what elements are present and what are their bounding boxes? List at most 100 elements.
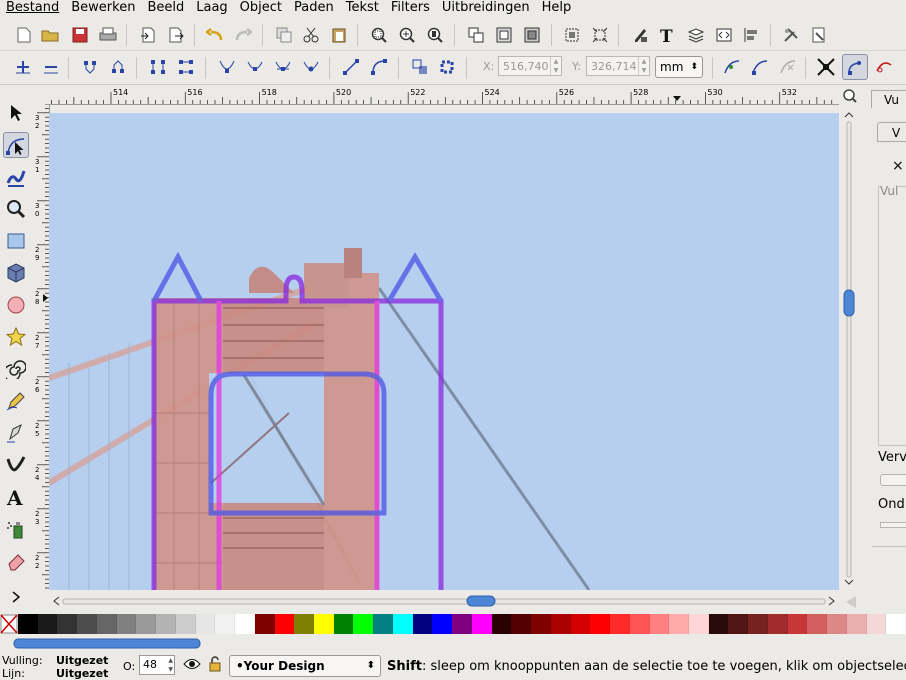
color-swatch[interactable] <box>787 614 808 634</box>
color-swatch[interactable] <box>392 614 413 634</box>
color-swatch[interactable] <box>590 614 611 634</box>
symmetric-node-icon[interactable] <box>273 57 293 77</box>
rectangle-tool-icon[interactable] <box>3 228 29 254</box>
save-icon[interactable] <box>70 25 90 45</box>
color-swatch[interactable] <box>471 614 492 634</box>
color-swatch[interactable] <box>333 614 354 634</box>
color-swatch[interactable] <box>136 614 157 634</box>
color-swatch[interactable] <box>156 614 176 634</box>
color-swatch[interactable] <box>610 614 630 634</box>
layers-icon[interactable] <box>686 25 706 45</box>
menu-bewerken[interactable]: Bewerken <box>65 0 141 18</box>
delete-node-icon[interactable] <box>41 57 61 77</box>
transform-icon[interactable] <box>590 25 610 45</box>
delete-segment-icon[interactable] <box>176 57 196 77</box>
color-swatch[interactable] <box>866 614 887 634</box>
align-distribute-icon[interactable] <box>741 25 761 45</box>
color-swatch[interactable] <box>412 614 433 634</box>
segment-curve-icon[interactable] <box>369 57 389 77</box>
color-swatch[interactable] <box>669 614 689 634</box>
mask-icon[interactable] <box>778 57 798 77</box>
stroke-indicator-value[interactable]: Uitgezet <box>56 667 108 680</box>
color-swatch[interactable] <box>18 614 38 634</box>
menu-laag[interactable]: Laag <box>190 0 233 18</box>
duplicate-icon[interactable] <box>274 25 294 45</box>
pen-tool-icon[interactable] <box>3 420 29 446</box>
unit-select[interactable]: mm ⬍ <box>655 56 703 78</box>
export-icon[interactable] <box>166 25 186 45</box>
color-swatch[interactable] <box>531 614 551 634</box>
palette-scrollbar[interactable] <box>0 636 906 650</box>
zoom-drawing-icon[interactable] <box>397 25 417 45</box>
color-swatch[interactable] <box>807 614 828 634</box>
color-swatch[interactable] <box>688 614 709 634</box>
zoom-selection-icon[interactable] <box>369 25 389 45</box>
blur-slider[interactable] <box>880 474 906 486</box>
horizontal-ruler[interactable]: 514 516 518 520 522 524 526 528 530 532 <box>49 86 839 105</box>
color-swatch[interactable] <box>728 614 749 634</box>
color-swatch[interactable] <box>886 614 906 634</box>
text-tool-icon[interactable]: A <box>3 484 29 510</box>
no-paint-swatch[interactable] <box>0 614 18 634</box>
color-swatch[interactable] <box>373 614 393 634</box>
document-properties-icon[interactable] <box>809 25 829 45</box>
paste-icon[interactable] <box>329 25 349 45</box>
clone-icon[interactable] <box>522 25 542 45</box>
cusp-node-icon[interactable] <box>217 57 237 77</box>
redo-icon[interactable] <box>233 25 253 45</box>
menu-tekst[interactable]: Tekst <box>340 0 385 18</box>
lock-icon[interactable] <box>208 656 222 675</box>
dock-close-icon[interactable]: × <box>892 158 904 174</box>
color-swatch[interactable] <box>274 614 295 634</box>
color-swatch[interactable] <box>748 614 768 634</box>
color-swatch[interactable] <box>57 614 78 634</box>
vertical-ruler[interactable]: 3231302928272625242322 <box>33 104 50 590</box>
color-swatch[interactable] <box>175 614 196 634</box>
align-icon[interactable] <box>562 25 582 45</box>
join-nodes-icon[interactable] <box>80 57 100 77</box>
open-icon[interactable] <box>40 25 60 45</box>
menu-beeld[interactable]: Beeld <box>141 0 190 18</box>
color-swatch[interactable] <box>491 614 512 634</box>
color-swatch[interactable] <box>550 614 571 634</box>
group-icon[interactable] <box>466 25 486 45</box>
spiral-tool-icon[interactable] <box>3 356 29 382</box>
transform-handles-icon[interactable] <box>816 57 836 77</box>
dock-subtab[interactable]: V <box>877 122 906 142</box>
spray-tool-icon[interactable] <box>3 516 29 542</box>
dock-tab[interactable]: Vu <box>871 90 906 108</box>
drawing-canvas[interactable] <box>49 113 839 590</box>
color-swatch[interactable] <box>96 614 117 634</box>
color-swatch[interactable] <box>314 614 334 634</box>
visibility-eye-icon[interactable] <box>183 657 201 674</box>
more-tools-icon[interactable] <box>3 584 29 610</box>
smooth-node-icon[interactable] <box>245 57 265 77</box>
color-swatch[interactable] <box>511 614 532 634</box>
zoom-correction-icon[interactable] <box>843 89 857 103</box>
color-swatch[interactable] <box>649 614 670 634</box>
x-spin-icon[interactable]: ▲ ▼ <box>550 57 561 75</box>
segment-line-icon[interactable] <box>341 57 361 77</box>
color-swatch[interactable] <box>235 614 255 634</box>
join-segment-icon[interactable] <box>148 57 168 77</box>
zoom-page-icon[interactable] <box>425 25 445 45</box>
object-to-path-icon[interactable] <box>410 57 430 77</box>
y-spin-icon[interactable]: ▲ ▼ <box>638 57 649 75</box>
pencil-tool-icon[interactable] <box>3 388 29 414</box>
stroke-to-path-icon[interactable] <box>437 57 457 77</box>
calligraphy-tool-icon[interactable] <box>3 452 29 478</box>
new-icon[interactable] <box>14 25 34 45</box>
menu-object[interactable]: Object <box>234 0 288 18</box>
node-tool-icon[interactable] <box>3 132 29 158</box>
x-coordinate-field[interactable]: 516,740 ▲ ▼ <box>498 56 562 76</box>
color-swatch[interactable] <box>846 614 867 634</box>
menu-uitbreidingen[interactable]: Uitbreidingen <box>436 0 536 18</box>
ungroup-icon[interactable] <box>494 25 514 45</box>
ellipse-tool-icon[interactable] <box>3 292 29 318</box>
color-swatch[interactable] <box>432 614 453 634</box>
star-tool-icon[interactable] <box>3 324 29 350</box>
show-outline-icon[interactable] <box>874 57 894 77</box>
show-handles-icon[interactable] <box>842 54 868 80</box>
path-effect-icon[interactable] <box>722 57 742 77</box>
clip-path-icon[interactable] <box>750 57 770 77</box>
